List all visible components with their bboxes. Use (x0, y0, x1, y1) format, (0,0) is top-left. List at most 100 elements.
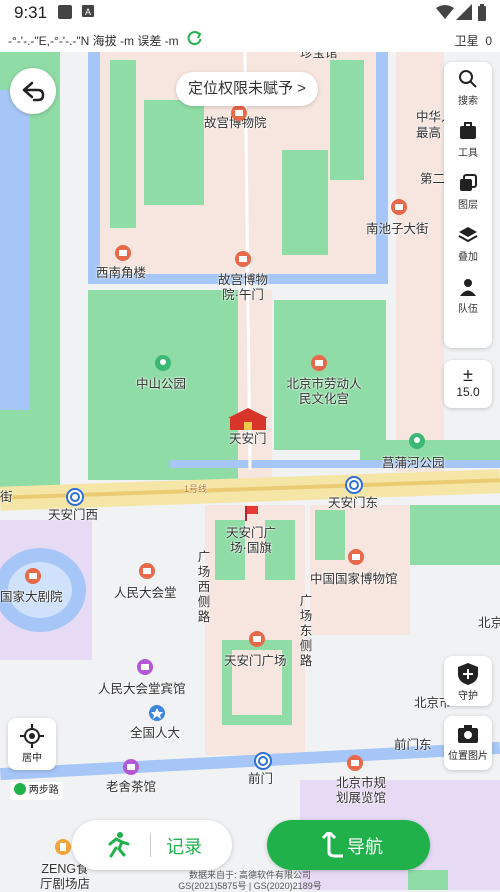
poi-npc-icon[interactable] (148, 704, 166, 722)
toolbox-icon (460, 122, 476, 139)
poi-zeng-icon[interactable] (54, 838, 72, 856)
attribution-line-1: 数据来自于: 高德软件有限公司 (188, 870, 311, 880)
label-nanchizi: 南池子大街 (366, 222, 429, 236)
satellite-status: 卫星 0 (455, 32, 492, 49)
satellite-count: 0 (485, 34, 492, 48)
label-xinan: 西南角楼 (96, 266, 147, 280)
position-photo-button[interactable]: 位置图片 (444, 716, 492, 770)
battery-icon (478, 4, 486, 21)
poi-square-icon[interactable] (248, 630, 266, 648)
position-photo-label: 位置图片 (448, 751, 488, 762)
gps-info-bar: -°-'-.-"E,-°-'-.-"N 海拔 -m 误差 -m 卫星 0 (0, 26, 500, 52)
coordinates-text: -°-'-.-"E,-°-'-.-"N 海拔 -m 误差 -m (8, 34, 179, 48)
label-top: 珍宝馆 (300, 52, 338, 60)
walk-logo-icon (14, 783, 26, 795)
label-tam-east: 天安门东 (328, 496, 379, 510)
back-arrow-icon (22, 81, 45, 102)
a-box-icon: A (82, 5, 94, 17)
label-npc: 全国人大 (130, 726, 181, 740)
camera-icon (458, 725, 478, 743)
label-great-hall: 人民大会堂 (114, 586, 177, 600)
record-divider (150, 833, 151, 857)
guard-label: 守护 (458, 691, 478, 702)
label-changpu: 菖蒲河公园 (382, 456, 445, 470)
poi-zhongshan-icon[interactable] (154, 354, 172, 372)
poi-changpu-icon[interactable] (408, 432, 426, 450)
crosshair-icon (20, 724, 44, 748)
poi-nanchizi-icon[interactable] (390, 198, 408, 216)
label-laoshe: 老舍茶馆 (106, 780, 157, 794)
label-planning: 北京市规划展览馆 (335, 776, 386, 805)
attribution-line-2: GS(2021)5875号 | GS(2020)2189号 (178, 881, 322, 891)
toolbar-overlay-label: 叠加 (458, 252, 478, 263)
flag-icon[interactable] (242, 504, 260, 522)
poi-great-hall-icon[interactable] (138, 562, 156, 580)
center-label: 居中 (22, 753, 42, 764)
metro-east-icon[interactable] (345, 476, 363, 494)
shield-plus-icon (458, 663, 478, 685)
navigate-button[interactable]: 导航 (267, 820, 430, 870)
label-jie: 街 (0, 490, 13, 504)
toolbar-search[interactable]: 搜索 (444, 69, 492, 114)
guard-button[interactable]: 守护 (444, 656, 492, 706)
label-wumen: 故宫博物院·午门 (217, 273, 268, 302)
label-laodong: 北京市劳动人民文化宫 (286, 377, 362, 406)
team-icon (460, 279, 476, 296)
poi-hotel-icon[interactable] (136, 658, 154, 676)
zoom-symbol: ± (463, 365, 473, 385)
wifi-icon (436, 5, 454, 19)
label-zhongshan: 中山公园 (136, 377, 187, 391)
back-button[interactable] (10, 68, 56, 114)
running-icon (108, 832, 130, 858)
label-hotel: 人民大会堂宾馆 (98, 682, 186, 696)
svg-text:A: A (85, 7, 91, 17)
record-label: 记录 (166, 837, 202, 857)
zoom-level-button[interactable]: ± 15.0 (444, 360, 492, 408)
search-icon (459, 70, 477, 88)
right-toolbar: 搜索 工具 图层 叠加 队伍 (444, 62, 492, 348)
location-permission-pill[interactable]: 定位权限未赋予 > (176, 72, 318, 106)
label-tiananmen: 天安门 (229, 432, 267, 446)
poi-gugong-icon[interactable] (230, 104, 248, 122)
poi-xinan-icon[interactable] (114, 244, 132, 262)
label-zuigao: 最高 (416, 126, 442, 140)
label-guangchang-west: 广场西侧路 (197, 550, 211, 624)
poi-wumen-icon[interactable] (234, 250, 252, 268)
toolbar-overlay[interactable]: 叠加 (444, 225, 492, 270)
center-button[interactable]: 居中 (8, 718, 56, 770)
signal-icon (456, 4, 472, 20)
poi-museum-icon[interactable] (347, 548, 365, 566)
poi-laoshe-icon[interactable] (122, 758, 140, 776)
toolbar-layers[interactable]: 图层 (444, 173, 492, 218)
tiananmen-gate-icon[interactable] (228, 408, 268, 432)
satellite-label: 卫星 (454, 34, 479, 48)
label-guangchang-east: 广场东侧路 (299, 594, 313, 668)
toolbar-tools[interactable]: 工具 (444, 121, 492, 166)
refresh-icon[interactable] (186, 30, 203, 47)
toolbar-search-label: 搜索 (458, 96, 478, 107)
label-qianmen-east: 前门东 (394, 738, 432, 752)
toolbar-layers-label: 图层 (458, 200, 478, 211)
metro-qianmen-icon[interactable] (254, 752, 272, 770)
two-step-logo: 两步路 (10, 782, 63, 800)
status-time: 9:31 (14, 3, 48, 22)
poi-planning-icon[interactable] (346, 754, 364, 772)
navigate-arrow-icon (321, 832, 343, 858)
layers-icon (460, 174, 477, 191)
map-view[interactable]: 珍宝馆 故宫博物院 中华人民共和 最高 第二 南池子大街 西南角楼 故宫博物院·… (0, 52, 500, 890)
label-theater: 国家大剧院 (0, 590, 63, 604)
label-museum: 中国国家博物馆 (310, 572, 398, 586)
record-button[interactable]: 记录 (72, 820, 232, 870)
label-qianmen: 前门 (248, 772, 274, 786)
label-bei: 北京 (478, 616, 500, 630)
status-bar: 9:31 A (0, 0, 500, 26)
poi-laodong-icon[interactable] (310, 354, 328, 372)
metro-west-icon[interactable] (66, 488, 84, 506)
poi-theater-icon[interactable] (24, 567, 42, 585)
label-square: 天安门广场 (224, 654, 287, 668)
toolbar-team[interactable]: 队伍 (444, 277, 492, 322)
zoom-level-value: 15.0 (456, 385, 480, 399)
navigate-label: 导航 (347, 837, 383, 857)
label-line1: 1号线 (184, 484, 208, 494)
photo-icon (58, 5, 72, 19)
